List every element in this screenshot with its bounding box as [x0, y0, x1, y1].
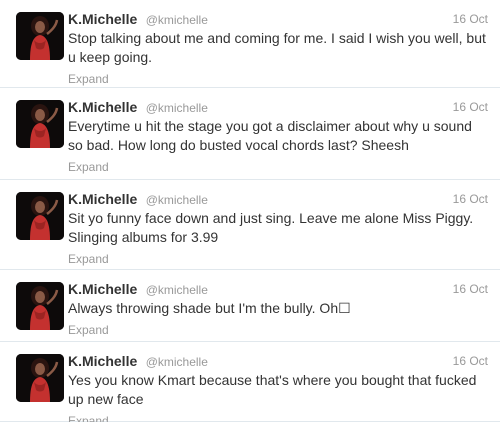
avatar[interactable]	[16, 192, 64, 240]
tweet-header: K.Michelle @kmichelle 16 Oct	[68, 10, 488, 28]
expand-link[interactable]: Expand	[68, 322, 109, 338]
tweet-text: Yes you know Kmart because that's where …	[68, 372, 477, 407]
tweet-fullname[interactable]: K.Michelle	[68, 191, 137, 207]
tweet-text: Stop talking about me and coming for me.…	[68, 30, 486, 65]
avatar[interactable]	[16, 12, 64, 60]
tweet-content: K.Michelle @kmichelle 16 Oct Always thro…	[68, 280, 488, 339]
expand-link[interactable]: Expand	[68, 159, 109, 175]
tweet-content: K.Michelle @kmichelle 16 Oct Yes you kno…	[68, 352, 488, 422]
tweet-content: K.Michelle @kmichelle 16 Oct Stop talkin…	[68, 10, 488, 88]
tweet-header: K.Michelle @kmichelle 16 Oct	[68, 98, 488, 116]
avatar[interactable]	[16, 282, 64, 330]
tweet-timestamp[interactable]: 16 Oct	[453, 190, 488, 208]
tweet-fullname[interactable]: K.Michelle	[68, 11, 137, 27]
tweet-timestamp[interactable]: 16 Oct	[453, 98, 488, 116]
expand-link[interactable]: Expand	[68, 251, 109, 267]
tweet-text: Sit yo funny face down and just sing. Le…	[68, 210, 474, 245]
tweet-item[interactable]: K.Michelle @kmichelle 16 Oct Stop talkin…	[0, 0, 500, 88]
tweet-item[interactable]: K.Michelle @kmichelle 16 Oct Everytime u…	[0, 88, 500, 180]
avatar[interactable]	[16, 354, 64, 402]
profile-photo-icon	[16, 354, 64, 402]
tweet-header: K.Michelle @kmichelle 16 Oct	[68, 190, 488, 208]
tweet-timeline: K.Michelle @kmichelle 16 Oct Stop talkin…	[0, 0, 500, 422]
profile-photo-icon	[16, 282, 64, 330]
tweet-username[interactable]: @kmichelle	[146, 13, 208, 27]
profile-photo-icon	[16, 100, 64, 148]
profile-photo-icon	[16, 192, 64, 240]
tweet-text: Always throwing shade but I'm the bully.…	[68, 300, 351, 316]
expand-link[interactable]: Expand	[68, 71, 109, 87]
profile-photo-icon	[16, 12, 64, 60]
tweet-username[interactable]: @kmichelle	[146, 283, 208, 297]
tweet-item[interactable]: K.Michelle @kmichelle 16 Oct Sit yo funn…	[0, 180, 500, 270]
tweet-username[interactable]: @kmichelle	[146, 193, 208, 207]
tweet-item[interactable]: K.Michelle @kmichelle 16 Oct Yes you kno…	[0, 342, 500, 422]
expand-link[interactable]: Expand	[68, 413, 109, 422]
tweet-content: K.Michelle @kmichelle 16 Oct Everytime u…	[68, 98, 488, 176]
tweet-header: K.Michelle @kmichelle 16 Oct	[68, 352, 488, 370]
tweet-header: K.Michelle @kmichelle 16 Oct	[68, 280, 488, 298]
tweet-username[interactable]: @kmichelle	[146, 355, 208, 369]
tweet-timestamp[interactable]: 16 Oct	[453, 352, 488, 370]
tweet-item[interactable]: K.Michelle @kmichelle 16 Oct Always thro…	[0, 270, 500, 342]
tweet-timestamp[interactable]: 16 Oct	[453, 280, 488, 298]
tweet-username[interactable]: @kmichelle	[146, 101, 208, 115]
tweet-text: Everytime u hit the stage you got a disc…	[68, 118, 472, 153]
tweet-fullname[interactable]: K.Michelle	[68, 353, 137, 369]
tweet-timestamp[interactable]: 16 Oct	[453, 10, 488, 28]
tweet-content: K.Michelle @kmichelle 16 Oct Sit yo funn…	[68, 190, 488, 268]
tweet-fullname[interactable]: K.Michelle	[68, 99, 137, 115]
tweet-fullname[interactable]: K.Michelle	[68, 281, 137, 297]
avatar[interactable]	[16, 100, 64, 148]
